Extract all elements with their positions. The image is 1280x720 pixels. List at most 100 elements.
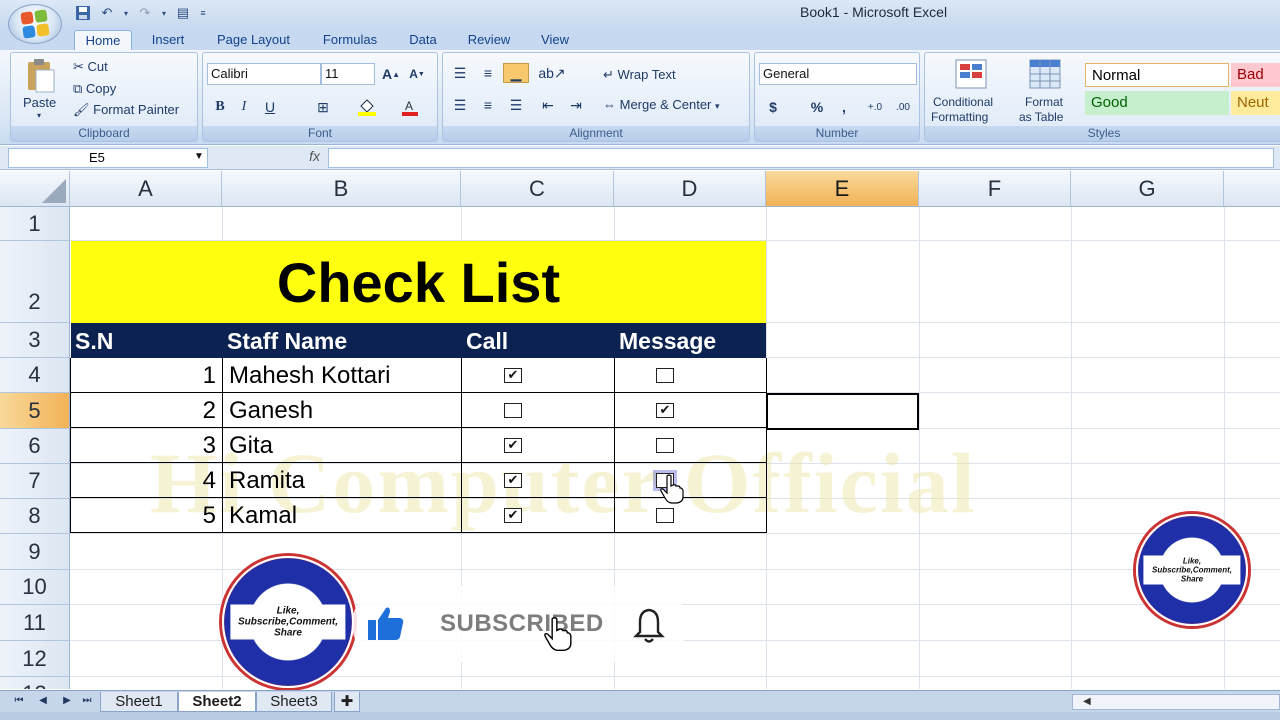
format-as-table-icon[interactable] — [1025, 57, 1065, 91]
column-header-e[interactable]: E — [766, 171, 919, 207]
cell-staff-name[interactable]: Ramita — [223, 463, 462, 498]
cell-call[interactable]: ✔ — [462, 463, 615, 498]
message-checkbox[interactable] — [656, 438, 674, 453]
bold-icon[interactable]: B — [209, 97, 231, 117]
grow-font-icon[interactable]: A ▲ — [379, 64, 403, 84]
row-header-11[interactable]: 11 — [0, 605, 70, 641]
next-sheet-icon[interactable]: ▶ — [60, 694, 74, 708]
thumbs-up-icon[interactable] — [366, 604, 406, 644]
office-button[interactable] — [8, 4, 62, 44]
sheet-tab-sheet3[interactable]: Sheet3 — [256, 692, 332, 712]
formula-input[interactable] — [328, 148, 1274, 168]
cell-staff-name[interactable]: Ganesh — [223, 393, 462, 428]
message-checkbox[interactable] — [656, 368, 674, 383]
align-right-icon[interactable]: ☰ — [503, 95, 529, 115]
horizontal-scrollbar[interactable]: ◀ — [1072, 694, 1280, 710]
row-header-6[interactable]: 6 — [0, 429, 70, 464]
tab-data[interactable]: Data — [398, 30, 448, 50]
align-bottom-icon[interactable]: ▁ — [503, 63, 529, 83]
call-checkbox[interactable]: ✔ — [504, 473, 522, 488]
row-header-13[interactable]: 13 — [0, 677, 70, 689]
name-box[interactable]: E5 — [8, 148, 208, 168]
cell-call[interactable] — [462, 393, 615, 428]
column-header-f[interactable]: F — [919, 171, 1071, 207]
customize-qat-icon[interactable]: ≡ — [198, 5, 208, 21]
scroll-left-icon[interactable]: ◀ — [1083, 696, 1091, 707]
borders-icon[interactable]: ⊞ — [311, 97, 335, 117]
percent-icon[interactable]: % — [805, 97, 829, 117]
underline-icon[interactable]: U — [259, 97, 281, 117]
row-header-10[interactable]: 10 — [0, 570, 70, 605]
call-checkbox[interactable]: ✔ — [504, 368, 522, 383]
fill-color-icon[interactable] — [355, 97, 379, 117]
align-center-icon[interactable]: ≡ — [475, 95, 501, 115]
cut-button[interactable]: ✂ Cut — [73, 59, 108, 75]
row-header-4[interactable]: 4 — [0, 358, 70, 393]
format-as-table-line1[interactable]: Format — [1025, 95, 1063, 109]
comma-style-icon[interactable]: , — [835, 97, 853, 117]
header-staff-name[interactable]: Staff Name — [223, 323, 462, 358]
cell-sn[interactable]: 3 — [71, 428, 223, 463]
name-box-dropdown-icon[interactable]: ▼ — [194, 151, 204, 162]
currency-icon[interactable]: $ — [761, 97, 785, 117]
format-painter-button[interactable]: 🖌 Format Painter — [73, 102, 179, 118]
cell-sn[interactable]: 2 — [71, 393, 223, 428]
tab-view[interactable]: View — [530, 30, 580, 50]
number-format-select[interactable]: General — [759, 63, 917, 85]
cell-message[interactable]: ✔ — [615, 393, 767, 428]
first-sheet-icon[interactable]: ⏮ — [12, 694, 26, 708]
style-bad[interactable]: Bad — [1231, 63, 1280, 87]
select-all-corner[interactable] — [0, 171, 70, 207]
cell-sn[interactable]: 1 — [71, 358, 223, 393]
header-call[interactable]: Call — [462, 323, 615, 358]
message-checkbox[interactable] — [656, 508, 674, 523]
cell-message[interactable] — [615, 498, 767, 533]
cell-message[interactable] — [615, 358, 767, 393]
cell-staff-name[interactable]: Mahesh Kottari — [223, 358, 462, 393]
header-sn[interactable]: S.N — [71, 323, 222, 358]
cell-staff-name[interactable]: Gita — [223, 428, 462, 463]
tab-insert[interactable]: Insert — [140, 30, 196, 50]
tab-page-layout[interactable]: Page Layout — [206, 30, 301, 50]
align-left-icon[interactable]: ☰ — [447, 95, 473, 115]
style-good[interactable]: Good — [1085, 91, 1229, 115]
redo-icon[interactable]: ↷ — [136, 5, 154, 21]
insert-sheet-icon[interactable]: ✚ — [334, 692, 360, 712]
cell-call[interactable]: ✔ — [462, 498, 615, 533]
cell-sn[interactable]: 4 — [71, 463, 223, 498]
column-header-overflow[interactable] — [1224, 171, 1280, 207]
sheet-tab-sheet1[interactable]: Sheet1 — [100, 692, 178, 712]
column-header-c[interactable]: C — [461, 171, 614, 207]
paste-icon[interactable] — [19, 57, 63, 95]
conditional-formatting-line2[interactable]: Formatting — [931, 110, 988, 124]
insert-function-icon[interactable]: fx — [214, 148, 326, 168]
prev-sheet-icon[interactable]: ◀ — [36, 694, 50, 708]
sheet-tab-sheet2[interactable]: Sheet2 — [178, 692, 256, 712]
paste-button[interactable]: Paste — [23, 95, 56, 110]
column-header-b[interactable]: B — [222, 171, 461, 207]
cell-call[interactable]: ✔ — [462, 428, 615, 463]
row-header-1[interactable]: 1 — [0, 207, 70, 241]
cell-sn[interactable]: 5 — [71, 498, 223, 533]
orientation-icon[interactable]: ab↗ — [535, 63, 569, 83]
column-header-a[interactable]: A — [70, 171, 222, 207]
align-top-icon[interactable]: ☰ — [447, 63, 473, 83]
format-as-table-line2[interactable]: as Table — [1019, 110, 1063, 124]
merge-center-button[interactable]: ⇔ Merge & Center ▾ — [603, 97, 720, 112]
align-middle-icon[interactable]: ≡ — [475, 63, 501, 83]
cell-message[interactable] — [615, 463, 767, 498]
column-header-d[interactable]: D — [614, 171, 766, 207]
row-header-2[interactable]: 2 — [0, 241, 70, 323]
row-header-9[interactable]: 9 — [0, 534, 70, 570]
header-message[interactable]: Message — [615, 323, 766, 358]
italic-icon[interactable]: I — [233, 97, 255, 117]
column-header-g[interactable]: G — [1071, 171, 1224, 207]
print-preview-icon[interactable]: ▤ — [174, 5, 192, 21]
cell-staff-name[interactable]: Kamal — [223, 498, 462, 533]
last-sheet-icon[interactable]: ⏭ — [80, 694, 94, 708]
increase-indent-icon[interactable]: ⇥ — [563, 95, 589, 115]
copy-button[interactable]: ⧉ Copy — [73, 81, 116, 97]
tab-formulas[interactable]: Formulas — [312, 30, 388, 50]
increase-decimal-icon[interactable]: +.0 — [863, 97, 887, 117]
save-icon[interactable] — [74, 5, 92, 21]
